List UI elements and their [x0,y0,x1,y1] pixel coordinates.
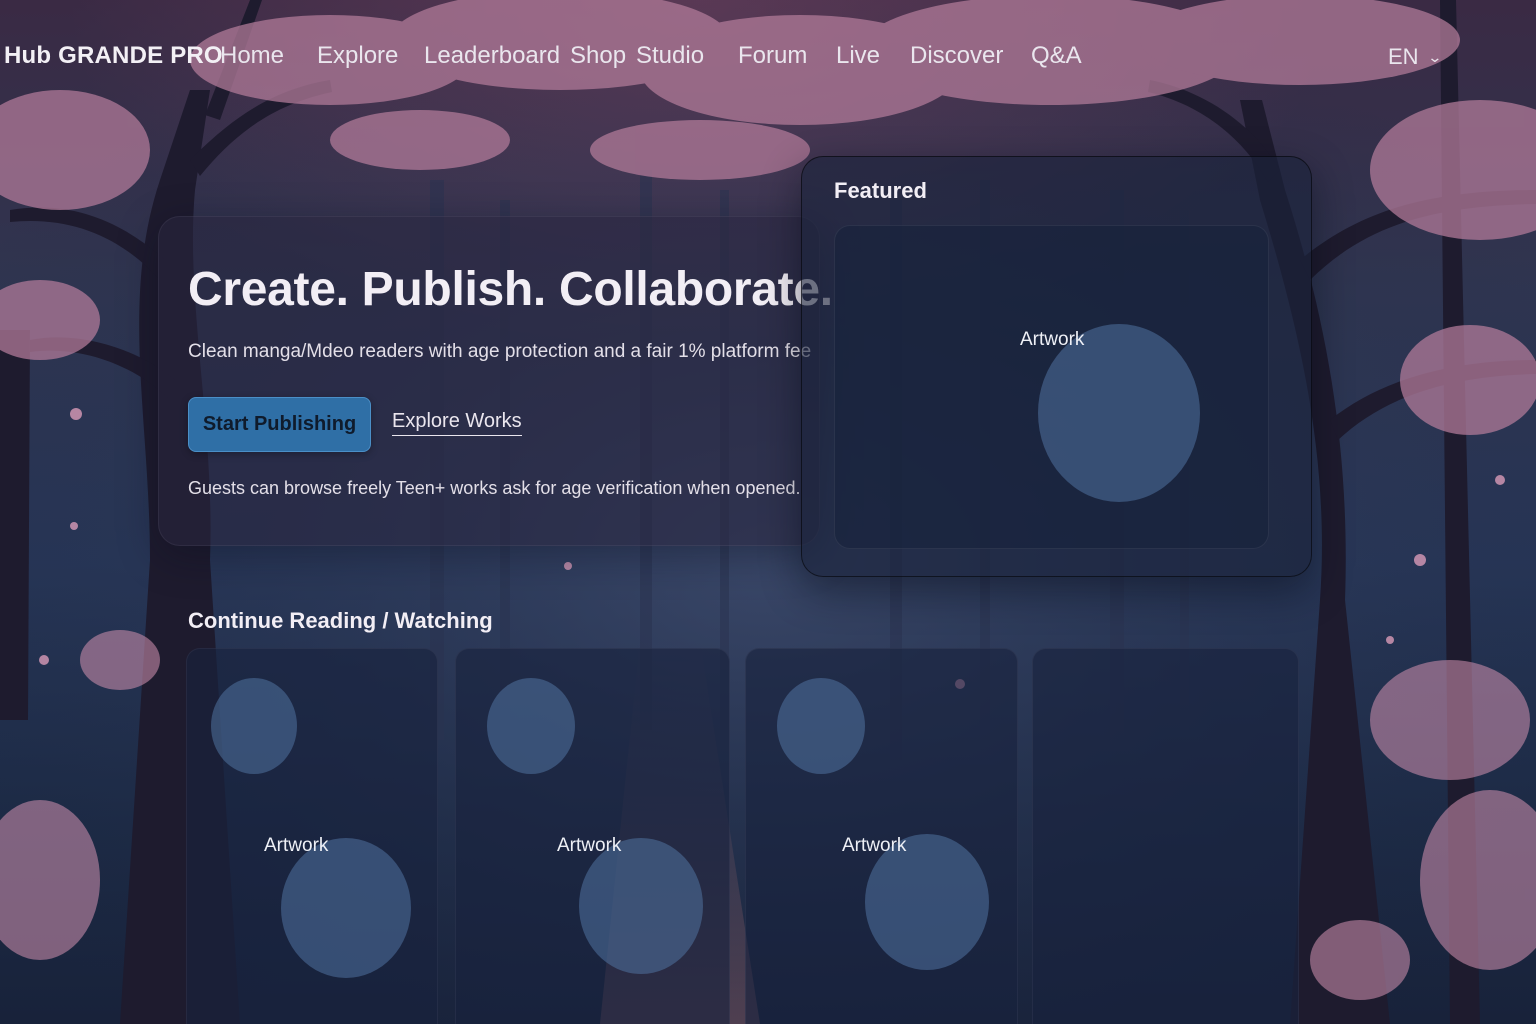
nav-forum[interactable]: Forum [738,42,807,70]
artwork-placeholder-shape [777,678,865,774]
start-publishing-button[interactable]: Start Publishing [188,397,371,452]
language-selector[interactable]: EN ⌄ [1388,44,1443,70]
continue-card-4[interactable] [1032,648,1299,1024]
featured-title: Featured [834,178,927,203]
nav-leaderboard[interactable]: Leaderboard [424,42,560,70]
hero-subtitle: Clean manga/Mdeo readers with age protec… [188,341,812,362]
explore-works-link[interactable]: Explore Works [392,410,522,436]
brand-logo[interactable]: Hub GRANDE PRO [4,42,223,70]
age-verification-note: Guests can browse freely Teen+ works ask… [188,478,801,498]
nav-studio[interactable]: Studio [636,42,704,70]
featured-artwork-label: Artwork [1020,329,1085,350]
artwork-placeholder-shape [579,838,703,974]
nav-shop[interactable]: Shop [570,42,626,70]
continue-card-3-label: Artwork [842,835,907,856]
continue-section-title: Continue Reading / Watching [188,608,493,633]
artwork-placeholder-shape [487,678,575,774]
nav-discover[interactable]: Discover [910,42,1003,70]
continue-card-2-label: Artwork [557,835,622,856]
language-value: EN [1388,44,1419,69]
chevron-down-icon: ⌄ [1426,48,1443,65]
continue-card-1-label: Artwork [264,835,329,856]
nav-qa[interactable]: Q&A [1031,42,1082,70]
nav-live[interactable]: Live [836,42,880,70]
nav-explore[interactable]: Explore [317,42,398,70]
top-navigation: Hub GRANDE PRO Home Explore Leaderboard … [0,0,1536,112]
nav-home[interactable]: Home [220,42,284,70]
artwork-placeholder-shape [281,838,411,978]
hero-title: Create. Publish. Collaborate. [188,263,833,316]
artwork-placeholder-shape [211,678,297,774]
